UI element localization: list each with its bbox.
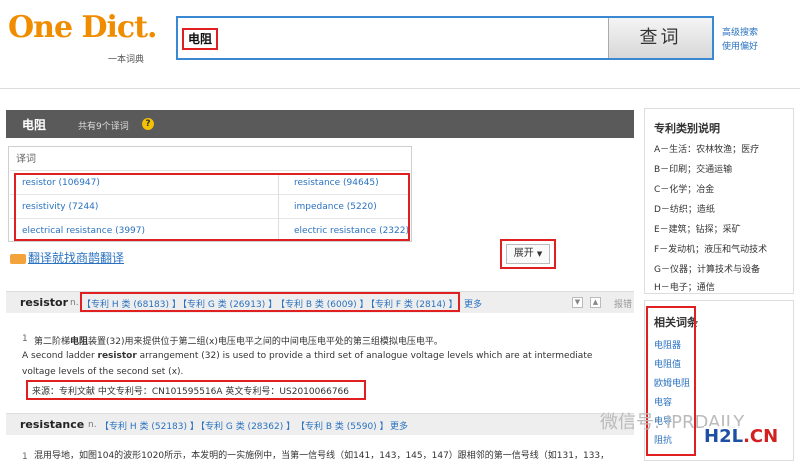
category-link[interactable]: 【专利 B 类 (5590) 】 xyxy=(296,419,389,432)
advanced-search-link[interactable]: 高级搜索 xyxy=(722,26,758,40)
search-input[interactable]: 电阻 xyxy=(182,28,218,50)
legend-item: C－化学；冶金 xyxy=(654,185,715,195)
result-header: 电阻 共有9个译词 ? xyxy=(6,110,634,138)
collapse-icon[interactable]: ▼ xyxy=(572,297,583,308)
legend-item: F－发动机；液压和气动技术 xyxy=(654,245,768,255)
category-link[interactable]: 【专利 G 类 (28362) 】 xyxy=(196,419,295,432)
entry-header: resistance n. 【专利 H 类 (52183) 】 【专利 G 类 … xyxy=(6,413,634,435)
legend-item: D－纺织；造纸 xyxy=(654,205,715,215)
more-link[interactable]: 更多 xyxy=(390,419,408,432)
part-of-speech: n. xyxy=(88,420,97,430)
highlight-box xyxy=(500,239,556,269)
example-english: A second ladder resistor arrangement (32… xyxy=(22,348,612,380)
page-title: 电阻 xyxy=(22,118,47,132)
example-text: A second ladder xyxy=(22,351,98,361)
example-text: 第二阶梯 xyxy=(34,337,71,347)
example-chinese: 第二阶梯电阻装置(32)用来提供位于第二组(x)电压电平之间的中间电压电平处的第… xyxy=(34,334,443,347)
help-icon[interactable]: ? xyxy=(142,118,154,130)
keyword: 电阻 xyxy=(70,337,89,347)
header-divider xyxy=(0,88,800,89)
watermark-logo: H2L.CN xyxy=(704,426,779,447)
search-button[interactable]: 查词 xyxy=(608,18,712,58)
entry-word[interactable]: resistance xyxy=(20,418,84,431)
entry-word[interactable]: resistor xyxy=(20,296,68,309)
example-number: 1 xyxy=(22,334,28,344)
highlight-box xyxy=(26,380,366,400)
search-options: 高级搜索 使用偏好 xyxy=(722,26,758,54)
legend-item: A－生活：农林牧渔；医疗 xyxy=(654,145,760,155)
legend-item: E－建筑；钻探；采矿 xyxy=(654,225,741,235)
logo-text: .CN xyxy=(743,426,779,447)
highlight-box xyxy=(80,292,460,312)
translate-link-text: 翻译就找商鹊翻译 xyxy=(28,251,125,265)
legend-title: 专利类别说明 xyxy=(654,122,720,135)
keyword: resistor xyxy=(97,351,137,361)
translations-label: 译词 xyxy=(16,154,36,165)
translate-service-link[interactable]: 翻译就找商鹊翻译 xyxy=(10,249,124,266)
translate-icon xyxy=(10,253,26,264)
example-chinese: 混用导地，如图104的波形1020所示，本发明的一实施例中，当第一信号线（如14… xyxy=(34,451,610,461)
divider xyxy=(10,170,410,171)
preferences-link[interactable]: 使用偏好 xyxy=(722,40,758,54)
legend-item: H－电子；通信 xyxy=(654,283,715,293)
category-link[interactable]: 【专利 H 类 (52183) 】 xyxy=(100,419,199,432)
legend-item: G－仪器；计算技术与设备 xyxy=(654,265,760,275)
report-error-link[interactable]: 报错 xyxy=(614,297,632,310)
search-bar: 电阻 查词 xyxy=(176,16,714,60)
legend-item: B－印刷；交通运输 xyxy=(654,165,733,175)
logo-text: H2L xyxy=(704,426,744,447)
site-logo[interactable]: One Dict. 一本词典 xyxy=(8,10,158,70)
result-count: 共有9个译词 xyxy=(78,122,129,132)
example-text: 装置(32)用来提供位于第二组(x)电压电平之间的中间电压电平处的第三组模拟电压… xyxy=(88,337,443,347)
more-link[interactable]: 更多 xyxy=(464,297,482,310)
logo-text: One Dict. xyxy=(8,10,157,45)
logo-subtitle: 一本词典 xyxy=(108,55,145,65)
expand-icon[interactable]: ▲ xyxy=(590,297,601,308)
highlight-box xyxy=(14,173,410,241)
part-of-speech: n. xyxy=(70,298,79,308)
